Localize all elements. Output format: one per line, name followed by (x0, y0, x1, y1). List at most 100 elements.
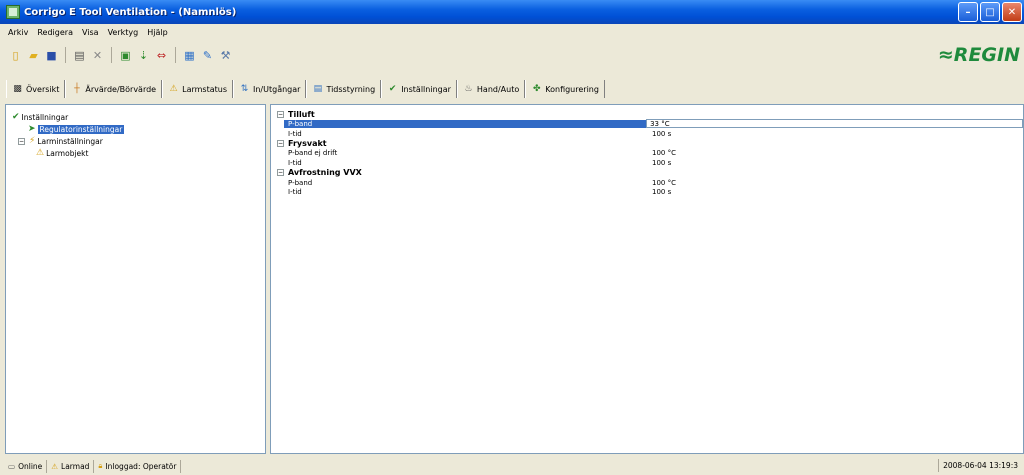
delete-icon[interactable]: ✕ (90, 48, 105, 63)
settings-icon: ✔ (388, 83, 397, 94)
property-row[interactable]: I-tid 100 s (271, 129, 1023, 139)
tab-in-utgangar[interactable]: ⇅ In/Utgångar (233, 80, 307, 98)
status-alarm: ⚠ Larmad (47, 459, 95, 473)
minimize-button[interactable]: – (958, 2, 978, 22)
alarm-icon: ⚠ (169, 83, 178, 94)
connection-icon: ▭ (8, 461, 16, 471)
edit-icon[interactable]: ✎ (200, 48, 215, 63)
chart-icon[interactable]: ▦ (182, 48, 197, 63)
status-alarm-label: Larmad (61, 461, 90, 471)
property-name: P-band ej drift (288, 149, 338, 158)
collapse-toggle[interactable]: − (277, 169, 284, 177)
tab-label: Larmstatus (182, 84, 227, 94)
hand-icon: ♨ (464, 83, 473, 94)
status-timestamp: 2008-06-04 13:19:3 (938, 459, 1022, 472)
property-value-input[interactable]: 33 °C (646, 119, 1023, 129)
property-row[interactable]: P-band 33 °C (271, 119, 1023, 129)
tab-installningar[interactable]: ✔ Inställningar (381, 80, 457, 98)
property-value[interactable]: 100 °C (649, 179, 676, 187)
collapse-toggle[interactable]: − (18, 137, 25, 145)
tab-bar: ▩ Översikt ┼ Ärvärde/Börvärde ⚠ Larmstat… (0, 78, 1024, 100)
tab-tidsstyrning[interactable]: ▤ Tidsstyrning (306, 80, 382, 98)
overview-icon: ▩ (13, 83, 22, 94)
properties-icon[interactable]: ▣ (118, 48, 133, 63)
io-icon: ⇅ (240, 83, 249, 94)
tab-label: Ärvärde/Börvärde (85, 84, 157, 94)
group-tilluft[interactable]: − Tilluft (271, 109, 1023, 119)
menu-redigera[interactable]: Redigera (37, 28, 73, 37)
property-name: I-tid (288, 188, 302, 197)
settings-tree: ✔ Inställningar ➤ Regulatorinställningar… (5, 104, 266, 454)
group-avfrostning-vvx[interactable]: − Avfrostning VVX (271, 168, 1023, 178)
tree-item-larminstallningar[interactable]: − ⚡ Larminställningar (10, 135, 261, 147)
status-right: 2008-06-04 13:19:3 (938, 459, 1022, 472)
connect-icon[interactable]: ⇣ (136, 48, 151, 63)
maximize-button[interactable]: □ (980, 2, 1000, 22)
collapse-toggle[interactable]: − (277, 139, 284, 147)
arrow-icon: ➤ (28, 124, 36, 134)
tab-oversikt[interactable]: ▩ Översikt (6, 80, 66, 98)
wrench-icon[interactable]: ⚒ (218, 48, 233, 63)
tab-label: Tidsstyrning (326, 84, 376, 94)
status-bar: ▭ Online ⚠ Larmad 🔒︎ Inloggad: Operatör … (0, 457, 1024, 475)
tab-hand-auto[interactable]: ♨ Hand/Auto (456, 80, 526, 98)
tab-arvarde-borvarde[interactable]: ┼ Ärvärde/Börvärde (65, 80, 163, 98)
close-button[interactable]: ✕ (1002, 2, 1022, 22)
property-grid: − Tilluft P-band 33 °C I-tid 100 s − Fry… (270, 104, 1024, 454)
tab-label: Konfigurering (545, 84, 599, 94)
collapse-toggle[interactable]: − (277, 110, 284, 118)
status-user: 🔒︎ Inloggad: Operatör (94, 459, 182, 473)
alarm-icon: ⚠ (36, 148, 45, 158)
lock-icon: 🔒︎ (98, 461, 103, 470)
save-icon[interactable]: ■ (44, 48, 59, 63)
tree-item-regulatorinstallningar[interactable]: ➤ Regulatorinställningar (10, 123, 261, 135)
group-frysvakt[interactable]: − Frysvakt (271, 138, 1023, 148)
status-user-label: Inloggad: Operatör (105, 461, 177, 471)
print-icon[interactable]: ▤ (72, 48, 87, 63)
property-value[interactable]: 100 °C (649, 149, 676, 157)
group-title: Tilluft (288, 109, 315, 119)
property-value[interactable]: 100 s (649, 159, 671, 167)
settings-icon: ✔ (12, 112, 20, 122)
property-name: I-tid (288, 129, 302, 138)
config-icon: ✤ (532, 83, 541, 94)
group-title: Avfrostning VVX (288, 168, 362, 178)
tab-label: Inställningar (401, 84, 451, 94)
calendar-icon: ▤ (313, 83, 323, 94)
property-row[interactable]: P-band ej drift 100 °C (271, 148, 1023, 158)
tab-konfigurering[interactable]: ✤ Konfigurering (525, 80, 605, 98)
menu-arkiv[interactable]: Arkiv (8, 28, 28, 37)
property-value[interactable]: 100 s (649, 130, 671, 138)
status-online-label: Online (18, 461, 43, 471)
menu-verktyg[interactable]: Verktyg (108, 28, 139, 37)
regin-logo: ≈REGIN (937, 44, 1020, 66)
window-title: Corrigo E Tool Ventilation - (Namnlös) (24, 6, 237, 18)
tree-item-larmobjekt[interactable]: ⚠ Larmobjekt (10, 147, 261, 159)
property-name: P-band (288, 178, 313, 187)
tree-label: Larmobjekt (46, 148, 89, 158)
toolbar-separator (111, 47, 112, 63)
toolbar: ▯ ▰ ■ ▤ ✕ ▣ ⇣ ⇔ ▦ ✎ ⚒ (0, 40, 1024, 70)
property-row[interactable]: I-tid 100 s (271, 187, 1023, 197)
menu-visa[interactable]: Visa (82, 28, 99, 37)
setpoint-icon: ┼ (74, 83, 80, 94)
property-name: P-band (284, 119, 647, 128)
tree-item-installningar[interactable]: ✔ Inställningar (10, 111, 261, 123)
toolbar-separator (65, 47, 66, 63)
property-value[interactable]: 100 s (649, 188, 671, 196)
property-row[interactable]: I-tid 100 s (271, 158, 1023, 168)
menu-bar: Arkiv Redigera Visa Verktyg Hjälp (0, 24, 1024, 40)
tab-label: Hand/Auto (476, 84, 520, 94)
tab-label: Översikt (26, 84, 60, 94)
alarm-settings-icon: ⚡ (29, 136, 36, 146)
open-folder-icon[interactable]: ▰ (26, 48, 41, 63)
property-row[interactable]: P-band 100 °C (271, 178, 1023, 188)
new-file-icon[interactable]: ▯ (8, 48, 23, 63)
app-icon (6, 5, 20, 19)
status-online: ▭ Online (4, 459, 48, 473)
tab-larmstatus[interactable]: ⚠ Larmstatus (162, 80, 233, 98)
toolbar-separator (175, 47, 176, 63)
menu-hjalp[interactable]: Hjälp (147, 28, 167, 37)
transfer-icon[interactable]: ⇔ (154, 48, 169, 63)
property-name: I-tid (288, 158, 302, 167)
